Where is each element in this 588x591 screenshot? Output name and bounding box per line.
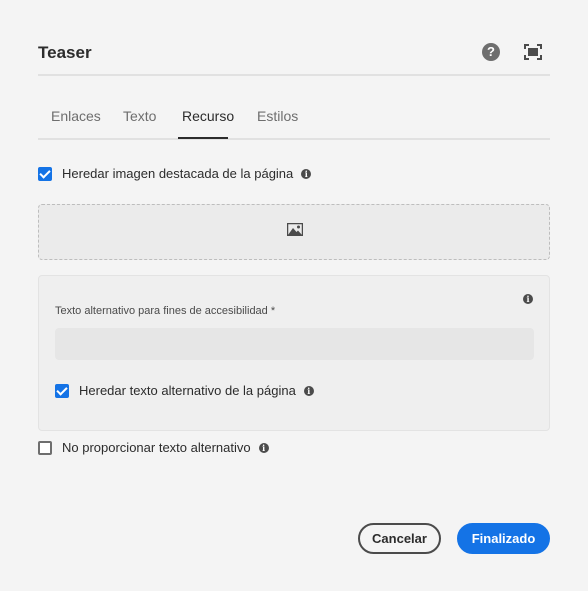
help-icon[interactable]: ? bbox=[482, 43, 500, 61]
image-dropzone[interactable] bbox=[38, 204, 550, 260]
alt-text-panel: i Texto alternativo para fines de accesi… bbox=[38, 275, 550, 431]
inherit-alt-checkbox[interactable]: Heredar texto alternativo de la página i bbox=[55, 383, 314, 398]
info-icon[interactable]: i bbox=[303, 385, 314, 396]
no-alt-label: No proporcionar texto alternativo bbox=[62, 440, 251, 455]
checkbox-checked-icon[interactable] bbox=[55, 383, 69, 398]
info-icon[interactable]: i bbox=[523, 294, 533, 304]
info-icon[interactable]: i bbox=[258, 442, 269, 453]
tab-estilos[interactable]: Estilos bbox=[257, 108, 298, 124]
checkbox-checked-icon[interactable] bbox=[38, 166, 52, 181]
tab-recurso[interactable]: Recurso bbox=[182, 108, 234, 124]
image-icon bbox=[287, 223, 303, 236]
tab-enlaces[interactable]: Enlaces bbox=[51, 108, 101, 124]
alt-text-input[interactable] bbox=[55, 328, 534, 360]
tab-texto[interactable]: Texto bbox=[123, 108, 156, 124]
inherit-image-checkbox[interactable]: Heredar imagen destacada de la página i bbox=[38, 166, 312, 181]
no-alt-checkbox[interactable]: No proporcionar texto alternativo i bbox=[38, 440, 269, 455]
inherit-image-label: Heredar imagen destacada de la página bbox=[62, 166, 294, 181]
active-tab-indicator bbox=[178, 137, 228, 139]
checkbox-unchecked-icon[interactable] bbox=[38, 440, 52, 455]
info-icon[interactable]: i bbox=[301, 168, 312, 179]
fullscreen-icon[interactable] bbox=[524, 44, 542, 60]
dialog-header: Teaser ? bbox=[38, 30, 550, 76]
cancel-button[interactable]: Cancelar bbox=[358, 523, 441, 554]
done-button[interactable]: Finalizado bbox=[457, 523, 550, 554]
inherit-alt-label: Heredar texto alternativo de la página bbox=[79, 383, 296, 398]
alt-text-label: Texto alternativo para fines de accesibi… bbox=[55, 305, 276, 317]
teaser-dialog: Teaser ? Enlaces Texto Recurso Estilos H… bbox=[0, 0, 588, 591]
dialog-title: Teaser bbox=[38, 43, 92, 62]
tab-bar: Enlaces Texto Recurso Estilos bbox=[38, 96, 550, 140]
